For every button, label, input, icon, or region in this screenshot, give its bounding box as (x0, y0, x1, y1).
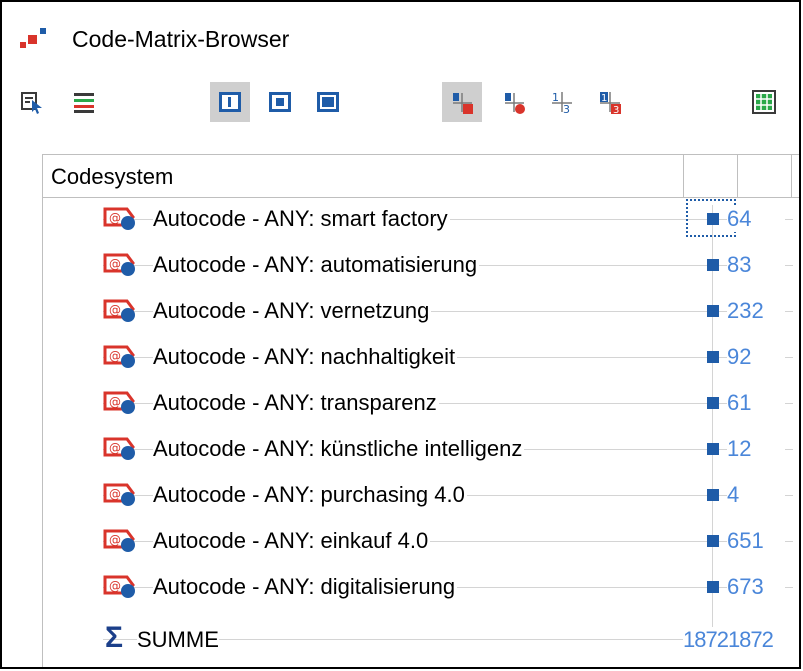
code-frequency: 4 (727, 482, 785, 508)
codesystem-header: Codesystem (51, 164, 174, 189)
select-codes-icon (74, 93, 94, 113)
sum-label: SUMME (137, 627, 219, 653)
grid-table-button[interactable] (744, 82, 784, 122)
code-frequency: 232 (727, 298, 785, 324)
svg-text:@: @ (109, 349, 121, 363)
sum-row: Σ SUMME 18721872 (43, 617, 799, 659)
sum-value: 18721872 (683, 627, 774, 653)
matrix-row[interactable]: @ Autocode - ANY: einkauf 4.0 651 (43, 519, 799, 561)
matrix-row[interactable]: @ Autocode - ANY: künstliche intelligenz 1… (43, 427, 799, 469)
select-documents-button[interactable] (12, 82, 52, 122)
code-label: Autocode - ANY: smart factory (153, 206, 450, 232)
code-frequency: 61 (727, 390, 785, 416)
matrix-cell-marker[interactable] (707, 305, 719, 317)
layout-narrow-icon (219, 92, 241, 112)
svg-text:@: @ (109, 441, 121, 455)
layout-medium-icon (269, 92, 291, 112)
column-separator (683, 155, 684, 197)
autocode-icon: @ (103, 345, 135, 368)
code-frequency: 651 (727, 528, 785, 554)
layout-medium-button[interactable] (260, 82, 300, 122)
code-frequency: 64 (727, 206, 785, 232)
title-bar: Code-Matrix-Browser (2, 2, 799, 74)
symbols-squares-button[interactable] (442, 82, 482, 122)
code-label: Autocode - ANY: nachhaltigkeit (153, 344, 458, 370)
code-label: Autocode - ANY: automatisierung (153, 252, 480, 278)
code-frequency: 83 (727, 252, 785, 278)
svg-text:@: @ (109, 395, 121, 409)
autocode-icon: @ (103, 253, 135, 276)
matrix-header: Codesystem (43, 155, 799, 198)
svg-text:@: @ (109, 257, 121, 271)
matrix-row[interactable]: @ Autocode - ANY: digitalisierung 673 (43, 565, 799, 607)
colored-numbers-button[interactable]: 1 3 (590, 82, 630, 122)
column-separator (791, 155, 792, 197)
matrix-cell-marker[interactable] (707, 489, 719, 501)
numbers-button[interactable]: 1 3 (542, 82, 582, 122)
code-label: Autocode - ANY: einkauf 4.0 (153, 528, 431, 554)
code-label: Autocode - ANY: purchasing 4.0 (153, 482, 467, 508)
svg-text:@: @ (109, 211, 121, 225)
grid-table-icon (752, 90, 776, 114)
matrix-row[interactable]: @ Autocode - ANY: automatisierung 83 (43, 243, 799, 285)
autocode-icon: @ (103, 529, 135, 552)
matrix-row[interactable]: @ Autocode - ANY: transparenz 61 (43, 381, 799, 423)
symbols-circles-button[interactable] (494, 82, 534, 122)
svg-text:@: @ (109, 579, 121, 593)
svg-text:3: 3 (613, 105, 619, 114)
svg-text:@: @ (109, 487, 121, 501)
matrix-cell-marker[interactable] (707, 259, 719, 271)
svg-text:@: @ (109, 533, 121, 547)
code-frequency: 12 (727, 436, 785, 462)
toolbar: 1 3 1 3 (2, 74, 799, 146)
code-matrix-browser-window: Code-Matrix-Browser 1 3 1 3 Codesystem @… (0, 0, 801, 669)
symbols-circles-icon (505, 93, 525, 114)
svg-text:1: 1 (552, 91, 559, 104)
matrix-row[interactable]: @ Autocode - ANY: smart factory 64 (43, 197, 799, 239)
sigma-icon: Σ (105, 621, 124, 654)
layout-narrow-button[interactable] (210, 82, 250, 122)
colored-numbers-icon: 1 3 (600, 92, 621, 114)
symbols-squares-icon (453, 93, 473, 114)
svg-text:@: @ (109, 303, 121, 317)
svg-text:3: 3 (563, 103, 570, 114)
matrix-cell-marker[interactable] (707, 351, 719, 363)
code-matrix: Codesystem @ Autocode - ANY: smart factor… (42, 154, 799, 667)
code-frequency: 92 (727, 344, 785, 370)
layout-wide-button[interactable] (308, 82, 348, 122)
layout-wide-icon (317, 92, 339, 112)
code-label: Autocode - ANY: vernetzung (153, 298, 432, 324)
matrix-cell-marker[interactable] (707, 535, 719, 547)
autocode-icon: @ (103, 483, 135, 506)
window-title: Code-Matrix-Browser (72, 26, 290, 52)
autocode-icon: @ (103, 207, 135, 230)
numbers-icon: 1 3 (552, 91, 572, 114)
code-label: Autocode - ANY: transparenz (153, 390, 439, 416)
matrix-row[interactable]: @ Autocode - ANY: vernetzung 232 (43, 289, 799, 331)
autocode-icon: @ (103, 391, 135, 414)
code-label: Autocode - ANY: künstliche intelligenz (153, 436, 525, 462)
select-documents-icon (21, 92, 42, 114)
column-separator (737, 155, 738, 197)
autocode-icon: @ (103, 437, 135, 460)
autocode-icon: @ (103, 299, 135, 322)
matrix-cell-marker[interactable] (707, 397, 719, 409)
matrix-cell-marker[interactable] (707, 581, 719, 593)
autocode-icon: @ (103, 575, 135, 598)
matrix-row[interactable]: @ Autocode - ANY: purchasing 4.0 4 (43, 473, 799, 515)
select-codes-button[interactable] (64, 82, 104, 122)
code-label: Autocode - ANY: digitalisierung (153, 574, 458, 600)
matrix-row[interactable]: @ Autocode - ANY: nachhaltigkeit 92 (43, 335, 799, 377)
matrix-cell-marker[interactable] (707, 443, 719, 455)
app-logo-icon (20, 28, 46, 48)
matrix-cell-marker[interactable] (707, 213, 719, 225)
code-frequency: 673 (727, 574, 785, 600)
